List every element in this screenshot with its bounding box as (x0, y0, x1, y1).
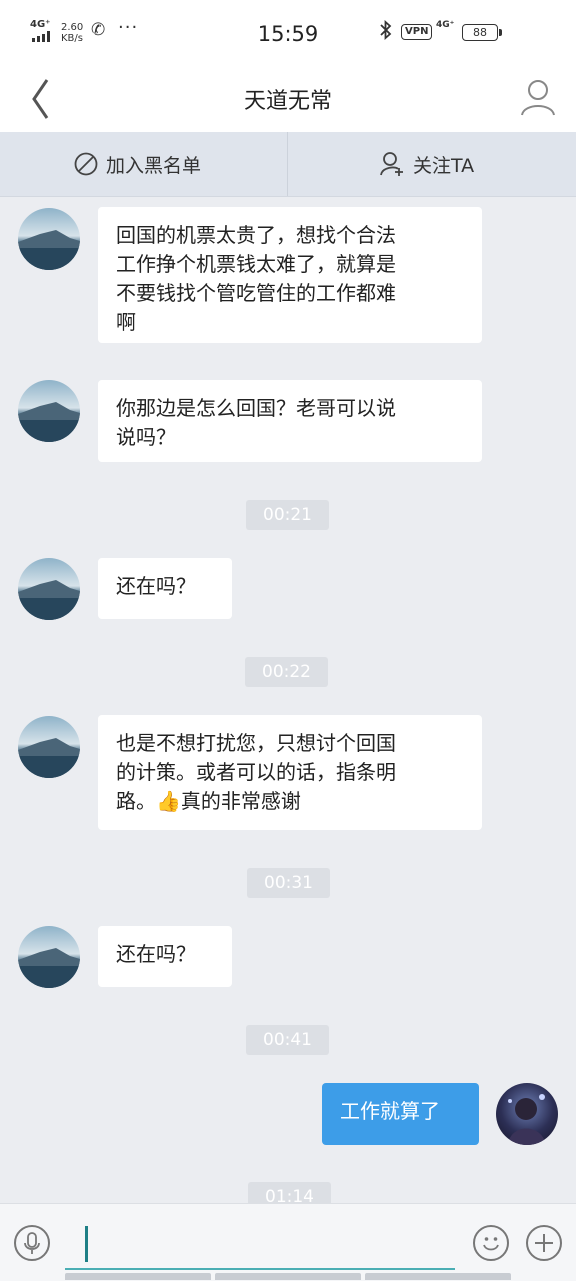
contact-avatar[interactable] (18, 926, 80, 988)
action-bar: 加入黑名单 关注TA (0, 132, 576, 197)
message-line: 还在吗？ (116, 942, 196, 966)
follow-label: 关注TA (413, 154, 475, 177)
bluetooth-icon (380, 19, 392, 45)
plus-icon (535, 1234, 553, 1252)
message-line: 工作挣个机票钱太难了，就算是 (116, 252, 396, 276)
message-bubble[interactable]: 你那边是怎么回国？老哥可以说 说吗？ (98, 380, 482, 462)
timestamp: 00:41 (246, 1025, 329, 1055)
timestamp: 00:31 (247, 868, 330, 898)
message-line: 的计策。或者可以的话，指条明 (116, 760, 396, 784)
vpn-badge: VPN (401, 24, 433, 40)
chevron-left-icon (32, 79, 49, 119)
microphone-icon (24, 1232, 40, 1254)
input-bar (0, 1203, 576, 1281)
smiley-icon (483, 1237, 499, 1251)
block-label: 加入黑名单 (106, 154, 202, 177)
page-title: 天道无常 (243, 89, 332, 114)
profile-button[interactable] (516, 75, 562, 121)
contact-avatar[interactable] (18, 558, 80, 620)
contact-avatar[interactable] (18, 208, 80, 270)
message-bubble[interactable]: 还在吗？ (98, 926, 232, 987)
timestamp: 00:22 (245, 657, 328, 687)
block-button[interactable]: 加入黑名单 (74, 132, 201, 196)
follow-button[interactable]: 关注TA (379, 132, 474, 196)
message-bubble[interactable]: 还在吗？ (98, 558, 232, 619)
emoji-button[interactable] (473, 1225, 509, 1261)
message-line: 也是不想打扰您，只想讨个回国 (116, 731, 396, 755)
keyboard-hint-strip (65, 1273, 511, 1280)
message-line: 啊 (116, 310, 136, 334)
message-line: 不要钱找个管吃管住的工作都难 (116, 281, 396, 305)
ban-icon (74, 152, 98, 176)
battery-indicator: 88 (462, 24, 502, 41)
voice-button[interactable] (14, 1225, 50, 1261)
network-type-2: 4G⁺ (436, 20, 455, 30)
contact-avatar[interactable] (18, 380, 80, 442)
message-line: 路。👍真的非常感谢 (116, 789, 301, 813)
timestamp: 00:21 (246, 500, 329, 530)
message-line: 说吗？ (116, 425, 176, 449)
message-line: 工作就算了 (340, 1099, 440, 1123)
message-bubble[interactable]: 也是不想打扰您，只想讨个回国 的计策。或者可以的话，指条明 路。👍真的非常感谢 (98, 715, 482, 830)
message-bubble[interactable]: 工作就算了 (322, 1083, 479, 1145)
own-avatar[interactable] (496, 1083, 558, 1145)
message-line: 还在吗？ (116, 574, 196, 598)
status-bar: 4G⁺ 2.60 KB/s ✆ ··· 15:59 VPN 4G⁺ 88 (0, 0, 576, 66)
divider (287, 132, 288, 196)
contact-avatar[interactable] (18, 716, 80, 778)
back-button[interactable] (18, 74, 64, 124)
message-bubble[interactable]: 回国的机票太贵了，想找个合法 工作挣个机票钱太难了，就算是 不要钱找个管吃管住的… (98, 207, 482, 343)
title-bar: 天道无常 (0, 66, 576, 132)
person-add-icon (380, 152, 403, 176)
message-input[interactable] (65, 1218, 455, 1270)
message-line: 你那边是怎么回国？老哥可以说 (116, 396, 396, 420)
more-button[interactable] (526, 1225, 562, 1261)
person-icon (521, 80, 555, 116)
message-line: 回国的机票太贵了，想找个合法 (116, 223, 396, 247)
